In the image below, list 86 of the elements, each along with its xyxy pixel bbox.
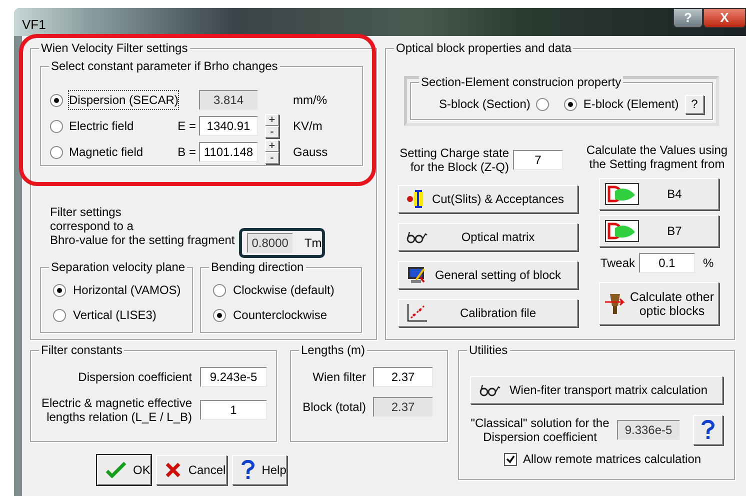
stepper-button[interactable]: - <box>265 152 279 164</box>
stepper-button[interactable]: + <box>265 114 279 126</box>
group-title: Wien Velocity Filter settings <box>39 41 190 55</box>
radio-label: Dispersion (SECAR) <box>68 90 180 110</box>
input-field[interactable]: 2.37 <box>373 367 433 387</box>
field-prefix: B = <box>178 144 196 161</box>
radio-button[interactable] <box>564 98 578 110</box>
block-icon <box>605 183 639 205</box>
action-button[interactable]: Optical matrix <box>398 223 578 251</box>
input-field: 3.814 <box>199 90 258 110</box>
radio-label: S-block (Section) <box>439 96 530 113</box>
question-icon <box>240 460 255 480</box>
action-button[interactable]: Cut(Slits) & Acceptances <box>398 185 578 213</box>
group-title: Optical block properties and data <box>394 41 574 55</box>
input-field: 0.8000 <box>246 233 294 253</box>
radio-label: Electric field <box>68 118 135 135</box>
help-button[interactable]: Help <box>232 455 288 485</box>
funnel-icon <box>604 292 626 316</box>
input-field[interactable]: 7 <box>513 150 563 170</box>
group-title: Select constant parameter if Brho changes <box>49 59 280 73</box>
glasses-icon <box>479 383 501 397</box>
group-title: Section-Element construcion property <box>419 75 624 89</box>
fragment-button[interactable]: B4 <box>599 178 719 210</box>
block-icon <box>605 220 639 242</box>
radio-label: Clockwise (default) <box>233 282 334 299</box>
unit-label: Tm <box>304 235 322 252</box>
window-title: VF1 <box>22 16 46 34</box>
checkbox[interactable] <box>504 452 517 466</box>
radio-button[interactable] <box>213 284 226 296</box>
radio-label: E-block (Element) <box>583 96 679 113</box>
stepper-button[interactable]: + <box>265 140 279 152</box>
brho-description: Filter settings correspond to a Bhro-value for the setting fragment <box>50 205 235 247</box>
radio-button[interactable] <box>53 308 66 322</box>
radio-label: Magnetic field <box>68 144 144 161</box>
group-title: Bending direction <box>209 260 306 274</box>
calculate-other-button[interactable]: Calculate other optic blocks <box>599 282 719 325</box>
group-title: Filter constants <box>39 343 124 357</box>
help-button[interactable] <box>693 415 723 445</box>
cross-icon <box>165 462 182 478</box>
radio-button[interactable] <box>53 284 66 296</box>
unit-label: % <box>703 255 714 272</box>
glasses-icon <box>406 230 428 244</box>
input-field[interactable]: 1340.91 <box>199 116 258 136</box>
question-icon <box>701 420 715 440</box>
input-field[interactable]: 1 <box>200 400 267 420</box>
stepper-button[interactable]: - <box>265 126 279 138</box>
input-field[interactable]: 1101.148 <box>199 142 258 162</box>
radio-label: Horizontal (VAMOS) <box>73 282 181 299</box>
action-button[interactable]: Calibration file <box>398 299 578 327</box>
unit-label: KV/m <box>293 118 322 135</box>
field-prefix: E = <box>178 118 196 135</box>
field-label: Electric & magnetic effective lengths relation (L_E / L_B) <box>40 396 192 424</box>
monitor-icon <box>407 265 427 285</box>
charge-state-label: Setting Charge state for the Block (Z-Q) <box>398 146 509 174</box>
help-button[interactable]: ? <box>685 94 704 114</box>
unit-label: Gauss <box>293 144 328 161</box>
input-field[interactable]: 0.1 <box>639 253 695 273</box>
radio-button[interactable] <box>536 98 550 110</box>
check-icon <box>106 462 126 478</box>
input-field[interactable]: 9.243e-5 <box>200 367 267 387</box>
calculate-description: Calculate the Values using the Setting fragment from <box>586 143 728 171</box>
cancel-button[interactable]: Cancel <box>156 455 227 485</box>
close-button[interactable]: X <box>703 8 746 28</box>
radio-button[interactable] <box>213 308 226 322</box>
radio-button[interactable] <box>50 146 63 158</box>
radio-button[interactable] <box>50 94 63 106</box>
graph-icon <box>406 303 428 323</box>
field-label: Dispersion coefficient <box>77 370 192 384</box>
classical-label: "Classical" solution for the Dispersion coefficient <box>470 416 610 444</box>
fragment-button[interactable]: B7 <box>599 215 719 247</box>
transport-matrix-button[interactable]: Wien-fiter transport matrix calculation <box>470 376 723 404</box>
input-field: 9.336e-5 <box>617 420 680 440</box>
radio-button[interactable] <box>50 120 63 132</box>
unit-label: mm/% <box>293 92 327 109</box>
group-title: Lengths (m) <box>299 343 368 357</box>
action-button[interactable]: General setting of block <box>398 261 578 289</box>
tweak-label: Tweak <box>600 255 635 272</box>
ok-button[interactable]: OK <box>97 455 152 485</box>
radio-label: Counterclockwise <box>233 307 328 324</box>
checkbox-label: Allow remote matrices calculation <box>523 451 702 468</box>
group-title: Separation velocity plane <box>49 260 188 274</box>
field-label: Wien filter <box>312 369 366 386</box>
field-label: Block (total) <box>302 399 366 416</box>
group-title: Utilities <box>467 343 510 357</box>
input-field: 2.37 <box>373 397 433 417</box>
radio-label: Vertical (LISE3) <box>73 307 156 324</box>
